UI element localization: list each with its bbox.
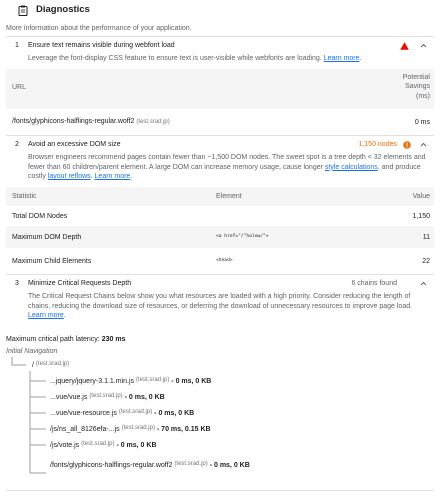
savings-value: 0 ms [414,118,430,126]
audit-webfont: 1 Ensure text remains visible during web… [6,36,434,135]
style-calculations-link[interactable]: style calculations [325,164,378,171]
max-latency: Maximum critical path latency: 230 ms [6,336,126,344]
audit-header-critical-requests[interactable]: 3 Minimize Critical Requests Depth 6 cha… [6,275,434,292]
audit-value: 6 chains found [351,280,397,288]
audit-title: Ensure text remains visible during webfo… [28,42,175,50]
initial-navigation-label: Initial Navigation [6,348,58,356]
audit-description: Leverage the font-display CSS feature to… [28,55,362,63]
dom-size-table: Statistic Element Value Total DOM Nodes … [6,187,434,274]
audit-title: Avoid an excessive DOM size [28,141,121,149]
learn-more-link[interactable]: Learn more [324,55,360,62]
fail-triangle-icon [400,41,409,50]
diagnostics-panel: Diagnostics More information about the p… [0,0,440,477]
chain-item: /js/ns_all_8126efa-...js (test.srad.jp) … [50,425,211,433]
col-element: Element [216,193,242,201]
table-row: Maximum DOM Depth <a href="/"holow/"> 11 [6,226,434,249]
section-title: Diagnostics [36,3,90,15]
chain-item: ...vue/vue.js (test.srad.jp) - 0 ms, 0 K… [50,393,165,401]
warning-circle-icon [403,141,411,149]
learn-more-link[interactable]: Learn more [28,312,64,319]
audit-dom-size: 2 Avoid an excessive DOM size 1,150 node… [6,135,434,274]
divider [6,490,434,491]
audit-number: 3 [15,280,19,288]
chevron-up-icon[interactable] [419,279,428,288]
clipboard-icon [18,5,28,16]
chain-item: ...vue/vue-resource.js (test.srad.jp) - … [50,409,195,417]
table-header: Statistic Element Value [6,187,434,207]
chevron-up-icon[interactable] [419,140,428,149]
table-header: URL Potential Savings (ms) [6,69,434,110]
resource-url: /fonts/glyphicons-halflings-regular.woff… [12,118,135,126]
table-row: Maximum Child Elements <head> 22 [12,257,430,265]
col-url: URL [12,84,27,92]
table-row: Total DOM Nodes 1,150 [12,212,430,220]
request-chain-tree: / (test.srad.jp) ...jquery/jquery-3.1.1.… [6,357,434,477]
element-snippet: <a href="/"holow/"> [216,234,269,240]
audit-number: 1 [15,42,19,50]
chevron-up-icon[interactable] [419,41,428,50]
col-statistic: Statistic [12,193,37,201]
element-snippet: <head> [216,258,233,264]
section-header: Diagnostics [6,0,434,20]
chain-item: /js/vote.js (test.srad.jp) - 0 ms, 0 KB [50,441,157,449]
chain-item: ...jquery/jquery-3.1.1.min.js (test.srad… [50,377,212,385]
audit-title: Minimize Critical Requests Depth [28,280,132,288]
audit-critical-requests: 3 Minimize Critical Requests Depth 6 cha… [6,274,434,477]
audit-number: 2 [15,141,19,149]
col-value: Value [412,193,430,201]
chain-item: /fonts/glyphicons-halflings-regular.woff… [50,461,250,469]
section-description: More information about the performance o… [6,25,192,32]
col-savings: Potential Savings (ms) [402,74,430,100]
audit-header-webfont[interactable]: 1 Ensure text remains visible during web… [6,37,434,54]
chain-root: / (test.srad.jp) [32,361,70,369]
audit-description: The Critical Request Chains below show y… [28,293,413,319]
webfont-table: URL Potential Savings (ms) /fonts/glyphi… [6,69,434,135]
layout-reflows-link[interactable]: layout reflows [48,173,91,180]
audit-description: Browser engineers recommend pages contai… [28,154,426,180]
resource-host: (test.srad.jp) [136,119,170,126]
audit-value: 1,150 nodes [358,141,397,149]
table-row: /fonts/glyphicons-halflings-regular.woff… [6,109,434,135]
learn-more-link[interactable]: Learn more [95,173,131,180]
audit-header-dom-size[interactable]: 2 Avoid an excessive DOM size 1,150 node… [6,136,434,153]
